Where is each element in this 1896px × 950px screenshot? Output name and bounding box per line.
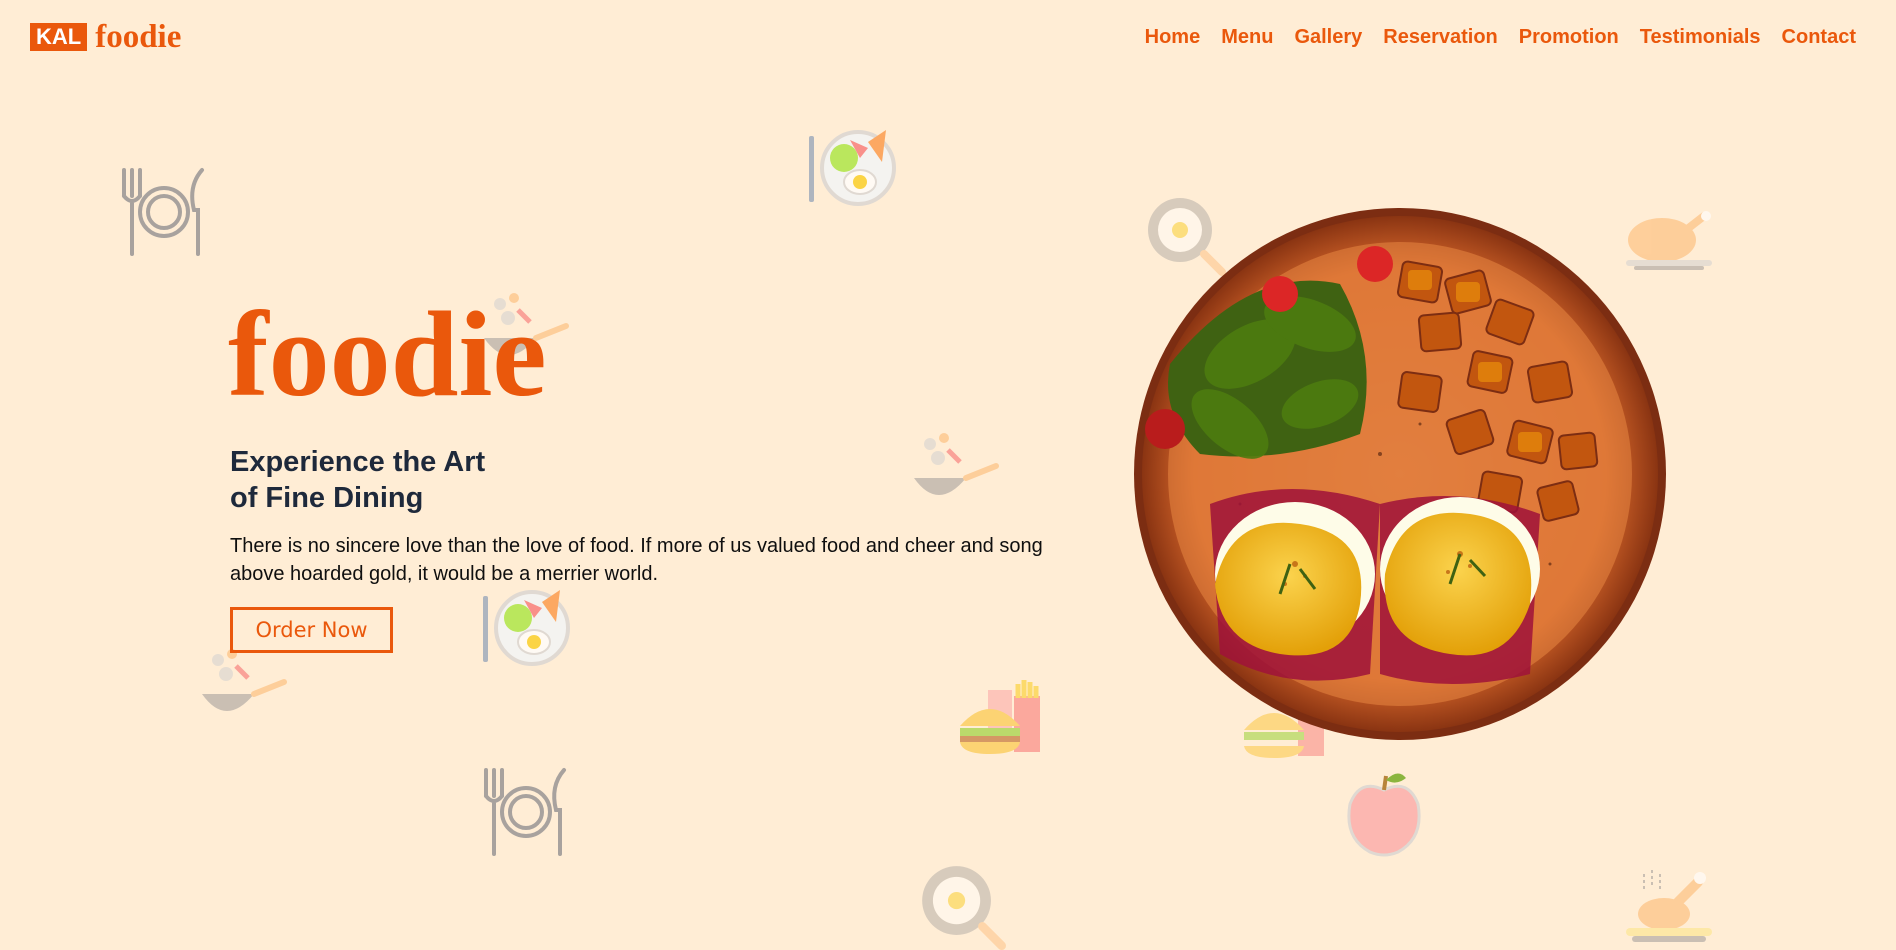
- salad-bowl-icon: [483, 590, 570, 666]
- fried-egg-pan-icon: [922, 866, 1006, 950]
- hero-subtitle: Experience the Art of Fine Dining: [230, 444, 550, 516]
- brand-badge: KAL: [30, 23, 88, 51]
- nav-menu[interactable]: Menu: [1221, 26, 1273, 49]
- hero-description: There is no sincere love than the love o…: [230, 535, 1043, 585]
- main-nav: Home Menu Gallery Reservation Promotion …: [1124, 26, 1856, 49]
- brand-name: foodie: [95, 19, 182, 55]
- apple-icon: [1347, 773, 1421, 857]
- site-header: KAL foodie Home Menu Gallery Reservation…: [0, 0, 1896, 78]
- plate-cutlery-icon: [122, 168, 204, 256]
- food-plate-image: [1130, 204, 1670, 744]
- nav-home[interactable]: Home: [1145, 26, 1201, 49]
- brand-logo[interactable]: KAL foodie: [30, 19, 182, 55]
- chicken-legs-icon: [1626, 870, 1712, 942]
- plate-cutlery-icon: [484, 768, 566, 856]
- wok-icon: [202, 649, 287, 711]
- burger-fries-icon: [960, 680, 1040, 754]
- nav-reservation[interactable]: Reservation: [1383, 26, 1498, 49]
- nav-testimonials[interactable]: Testimonials: [1640, 26, 1761, 49]
- hero-subtitle-line2: of Fine Dining: [230, 482, 424, 514]
- nav-contact[interactable]: Contact: [1782, 26, 1856, 49]
- nav-promotion[interactable]: Promotion: [1519, 26, 1619, 49]
- salad-bowl-icon: [809, 130, 896, 206]
- hero-title: foodie: [228, 287, 547, 422]
- hero-subtitle-line1: Experience the Art: [230, 446, 486, 478]
- nav-gallery[interactable]: Gallery: [1294, 26, 1362, 49]
- order-now-button[interactable]: Order Now: [230, 607, 393, 653]
- wok-icon: [914, 433, 999, 495]
